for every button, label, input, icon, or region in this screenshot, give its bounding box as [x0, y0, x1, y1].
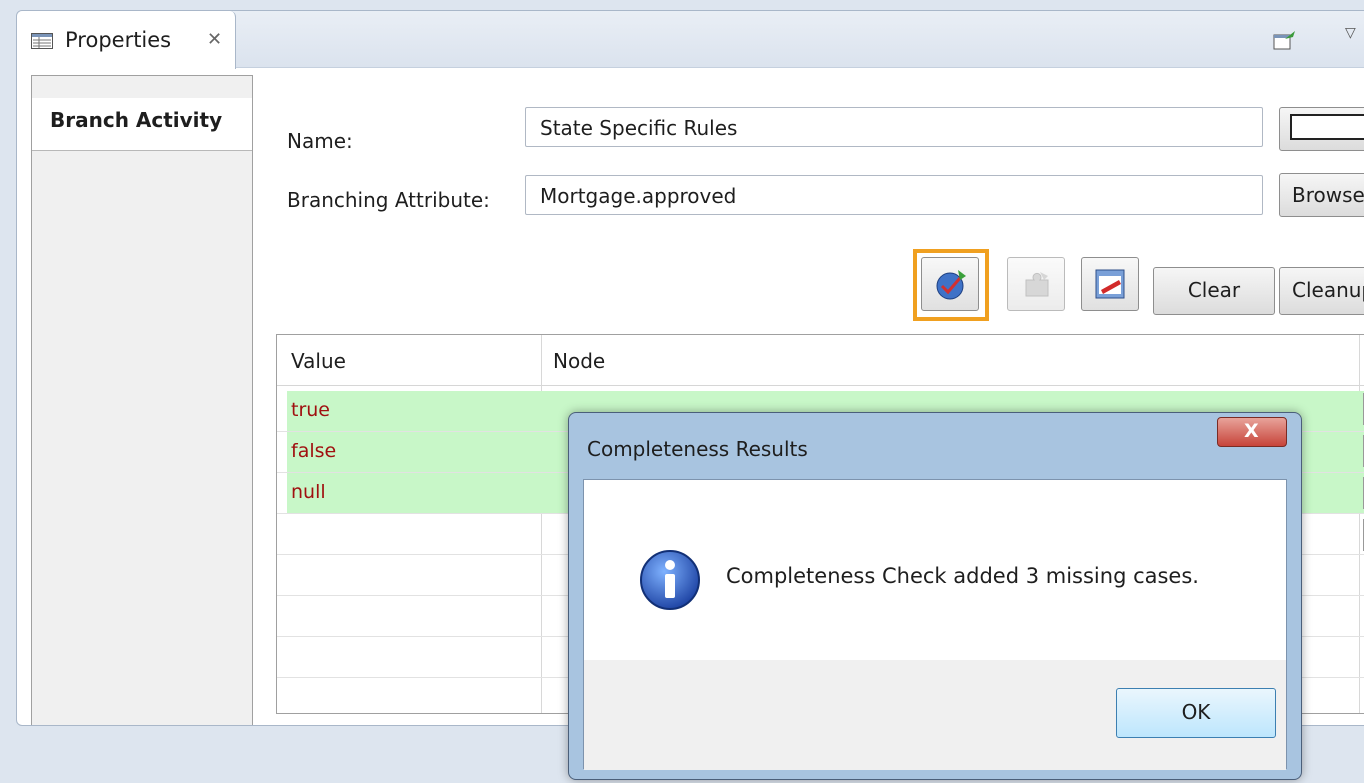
sidebar-item-branch-activity[interactable]: Branch Activity: [32, 98, 252, 151]
tab-label: Properties: [65, 28, 172, 52]
color-button[interactable]: [1279, 107, 1364, 151]
clear-button[interactable]: Clear: [1153, 267, 1275, 315]
tab-properties[interactable]: Properties ✕: [17, 11, 236, 69]
dialog-title: Completeness Results: [587, 437, 808, 461]
completeness-check-button[interactable]: [921, 257, 979, 311]
browse-button[interactable]: Browse: [1279, 173, 1364, 217]
properties-icon: [31, 33, 53, 49]
close-icon[interactable]: ✕: [207, 29, 222, 50]
row-value: null: [291, 481, 326, 503]
close-icon: X: [1244, 420, 1259, 442]
completeness-check-icon: [936, 270, 966, 300]
cleanup-button[interactable]: Cleanup: [1279, 267, 1364, 315]
pin-view-icon[interactable]: [1273, 29, 1297, 51]
row-value: true: [291, 399, 330, 421]
row-value: false: [291, 440, 337, 462]
dialog-message: Completeness Check added 3 missing cases…: [726, 564, 1199, 588]
sidebar-item-label: Branch Activity: [50, 108, 223, 132]
branching-attribute-label: Branching Attribute:: [287, 188, 490, 212]
column-header-value[interactable]: Value: [291, 349, 346, 373]
info-icon: [640, 550, 700, 610]
ok-button[interactable]: OK: [1116, 688, 1276, 738]
disabled-action-button[interactable]: [1007, 257, 1065, 311]
branching-attribute-field[interactable]: Mortgage.approved: [525, 175, 1263, 215]
dialog-body: Completeness Check added 3 missing cases…: [583, 479, 1287, 770]
table-header: Value Node: [277, 335, 1364, 386]
table-edit-button[interactable]: [1081, 257, 1139, 311]
column-header-node[interactable]: Node: [553, 349, 605, 373]
color-swatch: [1290, 114, 1364, 140]
name-label: Name:: [287, 129, 353, 153]
view-menu-icon[interactable]: ▽: [1345, 25, 1356, 41]
table-edit-icon: [1095, 269, 1125, 299]
name-field[interactable]: State Specific Rules: [525, 107, 1263, 147]
dialog-close-button[interactable]: X: [1217, 417, 1287, 447]
completeness-results-dialog: Completeness Results X Completeness Chec…: [568, 412, 1302, 780]
puzzle-icon: [1025, 272, 1049, 297]
sidebar: Branch Activity: [31, 75, 253, 725]
